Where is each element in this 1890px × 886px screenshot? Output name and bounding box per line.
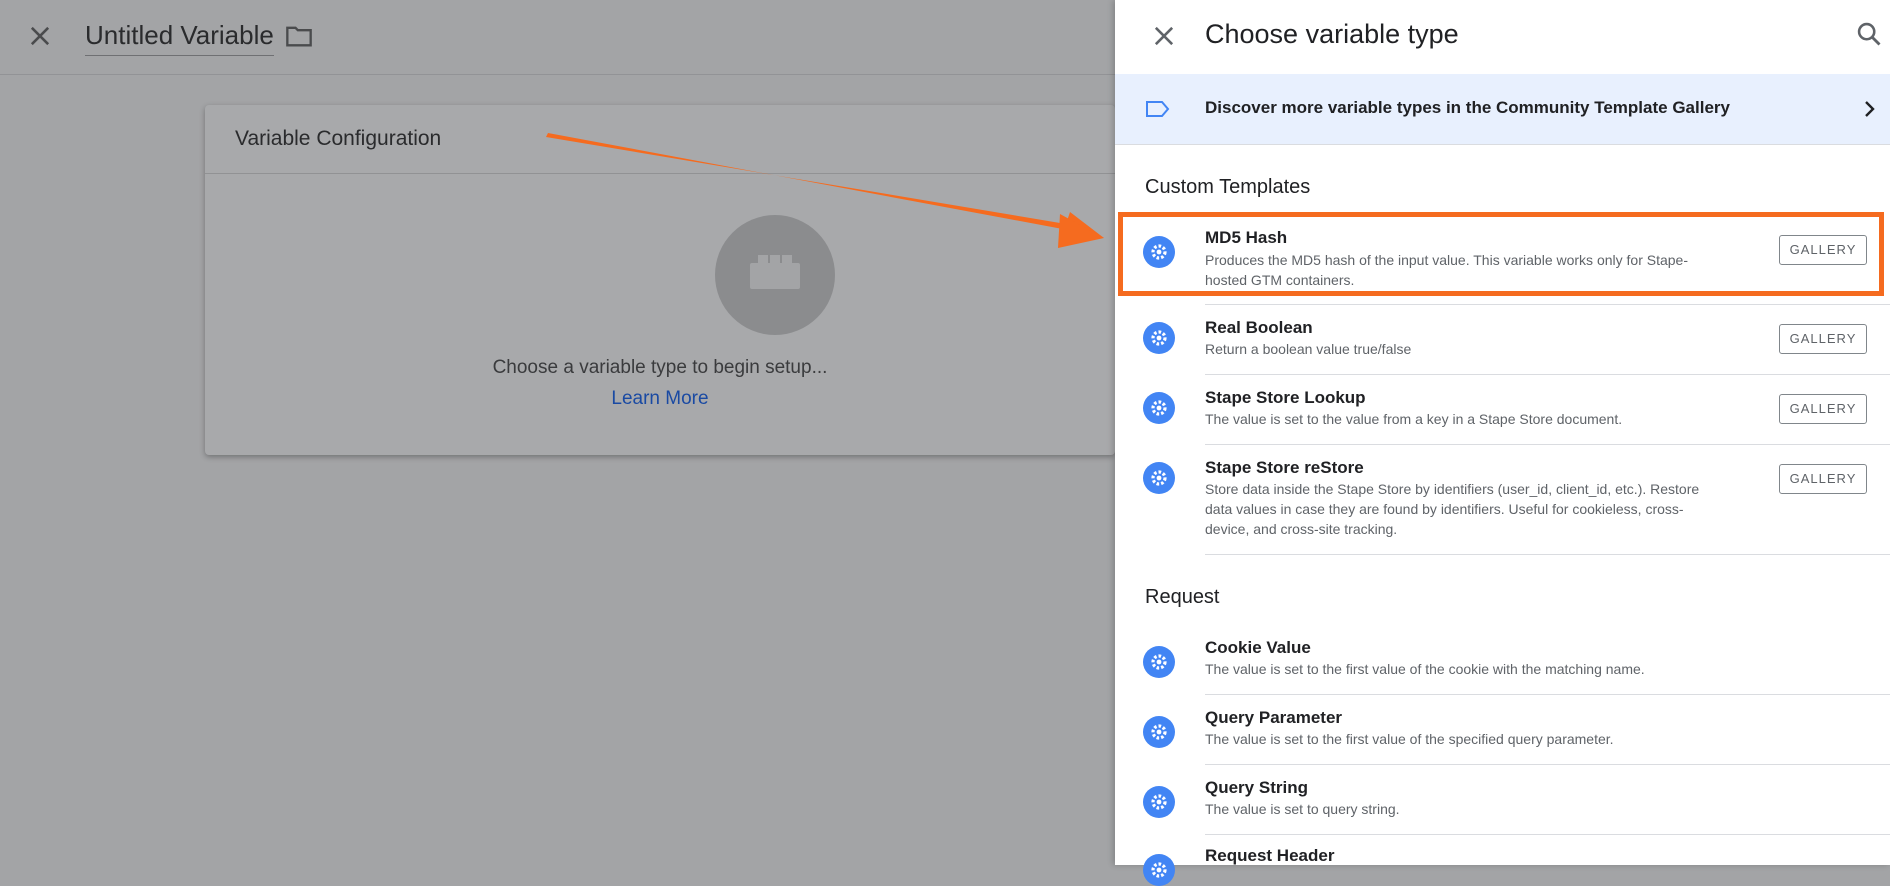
divider [1205,304,1890,305]
community-gallery-banner[interactable]: Discover more variable types in the Comm… [1115,74,1890,145]
gallery-button[interactable]: GALLERY [1779,394,1867,424]
gallery-button[interactable]: GALLERY [1779,324,1867,354]
section-title: Request [1145,586,1220,608]
gear-icon [1143,854,1175,886]
chevron-right-icon [1865,101,1875,117]
search-icon[interactable] [1855,20,1883,48]
learn-more-link[interactable]: Learn More [205,388,1115,410]
divider [1205,374,1890,375]
close-icon[interactable] [26,22,54,50]
item-name: Request Header [1205,846,1335,865]
brick-icon [715,215,835,335]
divider [1205,444,1890,445]
discover-text: Discover more variable types in the Comm… [1205,98,1730,117]
tag-icon [1146,101,1170,117]
gear-icon [1143,322,1175,354]
editor-topbar: Untitled Variable [0,0,1115,75]
gear-icon [1143,392,1175,424]
variable-configuration-card[interactable]: Variable Configuration Choose a variable… [205,105,1115,455]
divider [1205,764,1890,765]
item-description: The value is set to the value from a key… [1205,411,1623,427]
item-name: Query Parameter [1205,708,1343,727]
gear-icon [1143,646,1175,678]
item-description: The value is set to query string. [1205,801,1400,817]
panel-header: Choose variable type [1115,0,1890,74]
section-title: Custom Templates [1145,176,1311,198]
folder-icon[interactable] [285,24,313,48]
divider [1205,694,1890,695]
variable-name-field[interactable]: Untitled Variable [85,20,274,56]
item-description: The value is set to the first value of t… [1205,661,1645,677]
gear-icon [1143,716,1175,748]
item-name: Stape Store reStore [1205,458,1364,477]
item-description: Return a boolean value true/false [1205,341,1412,357]
item-name: Query String [1205,778,1308,797]
item-description: The value is set to the first value of t… [1205,731,1614,747]
item-name: Stape Store Lookup [1205,388,1366,407]
item-name: Real Boolean [1205,318,1313,337]
empty-state-text: Choose a variable type to begin setup... [492,357,828,378]
item-name: Cookie Value [1205,638,1311,657]
gear-icon [1143,786,1175,818]
panel-title: Choose variable type [1205,19,1459,49]
divider [1205,834,1890,835]
highlight-box [1118,212,1884,296]
item-description: Store data inside the Stape Store by ide… [1205,481,1700,537]
gear-icon [1143,462,1175,494]
card-title: Variable Configuration [205,105,1115,174]
choose-variable-type-panel: Choose variable type Discover more varia… [1115,0,1890,886]
gallery-button[interactable]: GALLERY [1779,464,1867,494]
close-icon[interactable] [1150,22,1178,50]
divider [1205,554,1890,555]
